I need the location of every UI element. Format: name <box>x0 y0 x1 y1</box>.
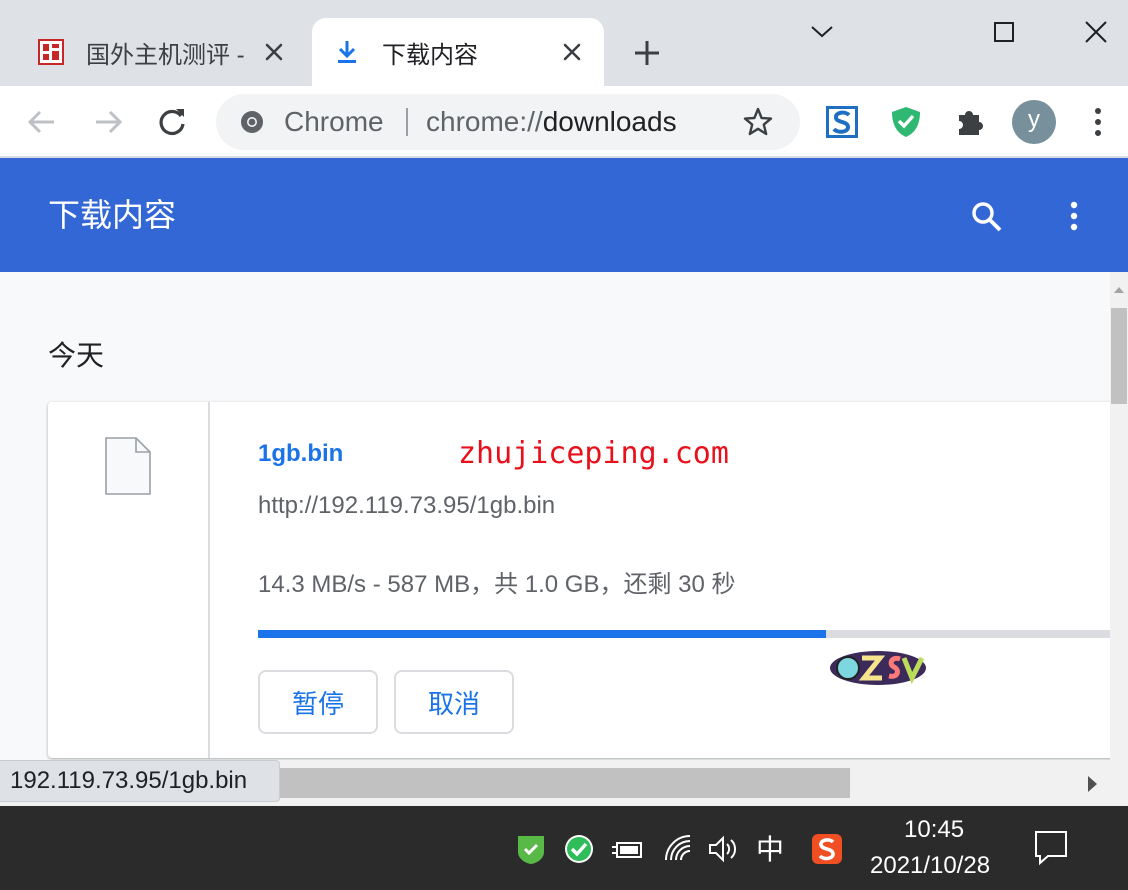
download-icon <box>334 39 360 65</box>
puzzle-extensions-icon[interactable] <box>950 102 990 142</box>
battery-plug-tray-icon[interactable] <box>610 832 644 866</box>
page-title: 下载内容 <box>48 197 177 233</box>
download-status: 14.3 MB/s - 587 MB，共 1.0 GB，还剩 30 秒 <box>258 571 736 598</box>
notification-icon[interactable] <box>1034 830 1068 866</box>
file-url[interactable]: http://192.119.73.95/1gb.bin <box>258 492 555 520</box>
clock-time[interactable]: 10:45 <box>904 816 964 844</box>
download-item: 1gb.bin zhujiceping.com http://192.119.7… <box>48 402 1110 758</box>
tab-title: 下载内容 <box>382 41 478 69</box>
back-arrow-icon[interactable] <box>22 102 62 142</box>
url-text: chrome://downloads <box>426 94 677 150</box>
zhujiceping-logo-icon <box>38 39 64 65</box>
new-tab-plus-icon[interactable] <box>630 36 664 70</box>
tab-downloads[interactable]: 下载内容 <box>312 18 604 86</box>
scroll-right-arrow-icon[interactable] <box>1082 772 1102 796</box>
browser-toolbar: Chrome chrome://downloads y <box>0 86 1128 158</box>
clock-date[interactable]: 2021/10/28 <box>870 852 990 880</box>
link-status-bubble: 192.119.73.95/1gb.bin <box>0 760 280 802</box>
file-icon-column <box>48 402 210 758</box>
tab-title: 国外主机测评 - <box>86 41 245 69</box>
watermark-text: zhujiceping.com <box>458 436 729 471</box>
site-chip: Chrome <box>284 106 384 137</box>
ime-indicator[interactable]: 中 <box>756 828 784 868</box>
tab-zhujiceping[interactable]: 国外主机测评 - <box>16 18 306 86</box>
reload-icon[interactable] <box>152 102 192 142</box>
sogou-s-icon[interactable] <box>822 102 862 142</box>
scroll-up-arrow-icon[interactable] <box>1113 282 1125 293</box>
screen: 国外主机测评 - 下载内容 Chrome chrome://downloads … <box>0 0 1128 890</box>
close-icon[interactable] <box>558 38 586 66</box>
sogou-input-tray-icon[interactable] <box>810 832 844 866</box>
date-heading: 今天 <box>48 340 105 371</box>
progress-bar <box>258 630 1110 638</box>
volume-tray-icon[interactable] <box>706 832 740 866</box>
progress-bar-fill <box>258 630 827 638</box>
chrome-logo-icon <box>238 108 266 136</box>
close-icon[interactable] <box>1076 12 1116 52</box>
file-icon <box>104 436 152 496</box>
search-icon[interactable] <box>966 196 1006 236</box>
pause-button[interactable]: 暂停 <box>258 670 378 734</box>
avatar[interactable]: y <box>1012 100 1056 144</box>
security-shield-tray-icon[interactable] <box>514 832 548 866</box>
file-name-link[interactable]: 1gb.bin <box>258 440 343 468</box>
adguard-shield-icon[interactable] <box>886 102 926 142</box>
forward-arrow-icon[interactable] <box>88 102 128 142</box>
maximize-icon[interactable] <box>984 12 1024 52</box>
horizontal-scroll-thumb[interactable] <box>280 768 850 798</box>
ozsv-sticker-icon <box>828 642 928 690</box>
tab-strip: 国外主机测评 - 下载内容 <box>0 0 1128 86</box>
check-circle-tray-icon[interactable] <box>562 832 596 866</box>
vertical-scrollbar[interactable] <box>1110 272 1128 760</box>
omnibox[interactable]: Chrome chrome://downloads <box>216 94 800 150</box>
cancel-button[interactable]: 取消 <box>394 670 514 734</box>
url-path: downloads <box>542 106 677 137</box>
close-icon[interactable] <box>260 38 288 66</box>
vertical-scroll-thumb[interactable] <box>1111 308 1127 404</box>
windows-taskbar: 中 10:45 2021/10/28 <box>0 806 1128 890</box>
downloads-list: 今天 1gb.bin zhujiceping.com http://192.11… <box>0 272 1110 760</box>
url-scheme: chrome:// <box>426 106 543 137</box>
downloads-header: 下载内容 <box>0 158 1128 272</box>
wifi-tray-icon[interactable] <box>662 832 696 866</box>
bookmark-star-icon[interactable] <box>742 106 774 138</box>
omnibox-separator <box>406 108 408 136</box>
kebab-menu-icon[interactable] <box>1078 102 1118 142</box>
kebab-menu-icon[interactable] <box>1054 196 1094 236</box>
chevron-down-icon[interactable] <box>802 12 842 52</box>
